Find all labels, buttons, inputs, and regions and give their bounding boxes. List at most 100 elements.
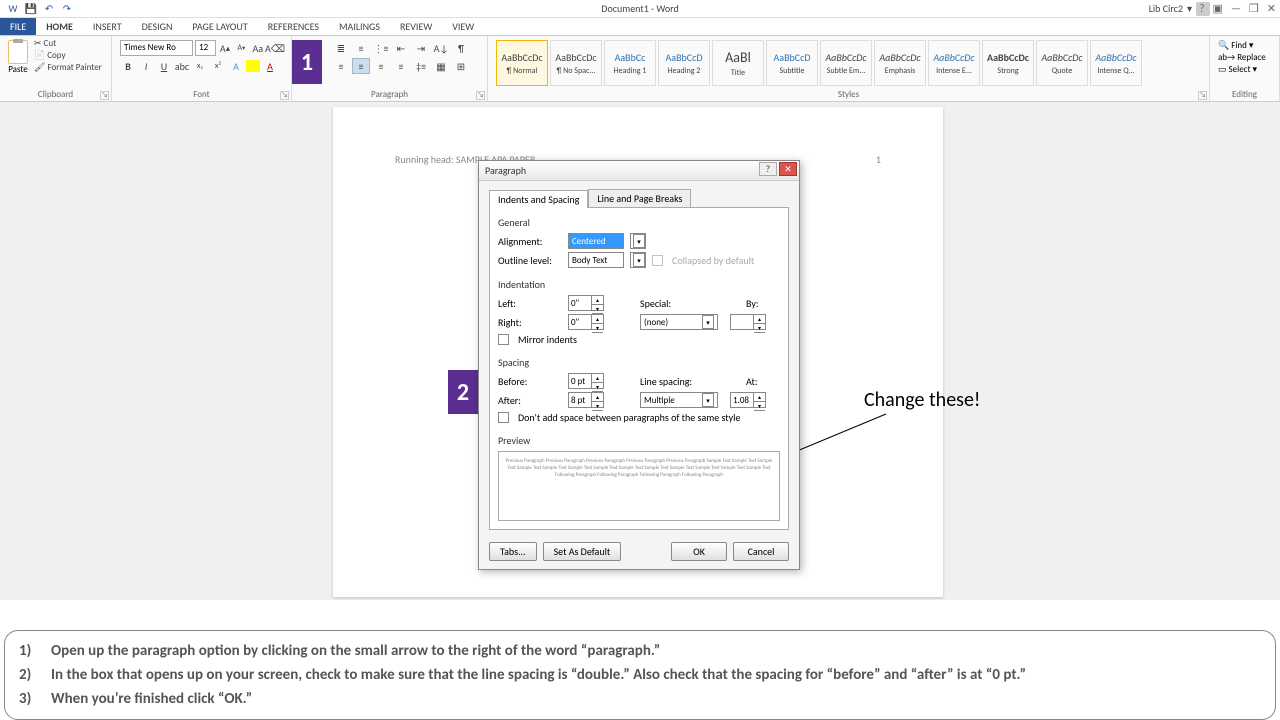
tab-file[interactable]: FILE [0,18,36,35]
restore-icon[interactable]: ❐ [1249,2,1259,15]
tab-review[interactable]: REVIEW [390,18,442,35]
multilevel-icon[interactable]: ⋮≡ [372,40,390,56]
paragraph-launcher[interactable]: ↘ [476,91,485,100]
special-combo[interactable]: (none)▾ [640,314,718,330]
at-spinner[interactable]: 1.08▴▾ [730,392,766,408]
borders-icon[interactable]: ⊞ [452,58,470,74]
clipboard-launcher[interactable]: ↘ [100,91,109,100]
tab-insert[interactable]: INSERT [83,18,132,35]
style-normal[interactable]: AaBbCcDc¶ Normal [496,40,548,86]
group-clipboard: Paste ✂ Cut 📄 Copy 🖌 Format Painter Clip… [0,36,112,101]
dialog-tab-breaks[interactable]: Line and Page Breaks [588,189,691,207]
font-launcher[interactable]: ↘ [280,91,289,100]
strikethrough-button[interactable]: abc [174,58,190,74]
sort-icon[interactable]: A↓ [432,40,450,56]
select-button[interactable]: ▭ Select ▾ [1218,64,1271,75]
quick-access-toolbar: W 💾 ↶ ↷ [0,2,80,16]
subscript-button[interactable]: x₂ [192,58,208,74]
paragraph-dialog: Paragraph ? ✕ Indents and Spacing Line a… [478,160,800,570]
style-subtitle[interactable]: AaBbCcDSubtitle [766,40,818,86]
left-spinner[interactable]: 0"▴▾ [568,295,604,311]
format-painter-button[interactable]: 🖌 Format Painter [34,62,102,73]
by-spinner[interactable]: ▴▾ [730,314,766,330]
preview-box: Previous Paragraph Previous Paragraph Pr… [498,451,780,521]
dont-add-checkbox[interactable] [498,412,509,423]
window-controls: ? ▣ — ❐ ✕ [1199,2,1276,15]
shading-icon[interactable]: ▦ [432,58,450,74]
style-quote[interactable]: AaBbCcDcQuote [1036,40,1088,86]
set-default-button[interactable]: Set As Default [543,542,622,561]
bullets-icon[interactable]: ≣ [332,40,350,56]
font-size-combo[interactable]: 12 [195,40,216,56]
dialog-help-icon[interactable]: ? [759,162,777,176]
decrease-indent-icon[interactable]: ⇤ [392,40,410,56]
cancel-button[interactable]: Cancel [733,542,789,561]
line-spacing-combo[interactable]: Multiple▾ [640,392,718,408]
clear-format-icon[interactable]: A⌫ [267,40,283,56]
right-spinner[interactable]: 0"▴▾ [568,314,604,330]
bold-button[interactable]: B [120,58,136,74]
help-icon[interactable]: ? [1199,2,1204,15]
ribbon-options-icon[interactable]: ▣ [1213,2,1223,15]
instruction-3: When you’re finished click “OK.” [51,687,252,711]
show-marks-icon[interactable]: ¶ [452,40,470,56]
tab-design[interactable]: DESIGN [132,18,183,35]
styles-launcher[interactable]: ↘ [1198,91,1207,100]
style-strong[interactable]: AaBbCcDcStrong [982,40,1034,86]
close-icon[interactable]: ✕ [1267,2,1276,15]
instruction-2: In the box that opens up on your screen,… [51,663,1026,687]
highlight-icon[interactable] [246,60,260,72]
superscript-button[interactable]: x² [210,58,226,74]
align-center-icon[interactable]: ≡ [352,58,370,74]
dialog-tab-indents[interactable]: Indents and Spacing [489,190,588,208]
style-heading[interactable]: AaBbCcHeading 1 [604,40,656,86]
alignment-combo[interactable]: Centered [568,233,624,249]
change-case-icon[interactable]: Aa [251,40,265,56]
justify-icon[interactable]: ≡ [392,58,410,74]
italic-button[interactable]: I [138,58,154,74]
tab-page-layout[interactable]: PAGE LAYOUT [182,18,257,35]
style-nospac[interactable]: AaBbCcDc¶ No Spac... [550,40,602,86]
minimize-icon[interactable]: — [1231,2,1241,15]
align-right-icon[interactable]: ≡ [372,58,390,74]
style-title[interactable]: AaBlTitle [712,40,764,86]
replace-button[interactable]: ab→ Replace [1218,52,1271,63]
copy-button[interactable]: 📄 Copy [34,50,102,61]
redo-icon[interactable]: ↷ [60,2,74,16]
style-subtleem[interactable]: AaBbCcDcSubtle Em... [820,40,872,86]
undo-icon[interactable]: ↶ [42,2,56,16]
tab-home[interactable]: HOME [36,18,83,35]
before-spinner[interactable]: 0 pt▴▾ [568,373,604,389]
ok-button[interactable]: OK [671,542,727,561]
line-spacing-icon[interactable]: ‡≡ [412,58,430,74]
dialog-close-icon[interactable]: ✕ [779,162,797,176]
style-emphasis[interactable]: AaBbCcDcEmphasis [874,40,926,86]
tab-view[interactable]: VIEW [442,18,484,35]
special-label: Special: [640,297,690,310]
mirror-checkbox[interactable] [498,334,509,345]
align-left-icon[interactable]: ≡ [332,58,350,74]
find-button[interactable]: 🔍 Find ▾ [1218,40,1271,51]
group-editing: 🔍 Find ▾ ab→ Replace ▭ Select ▾ Editing [1210,36,1280,101]
grow-font-icon[interactable]: A▴ [218,40,232,56]
text-effects-icon[interactable]: A [228,58,244,74]
style-intensee[interactable]: AaBbCcDcIntense E... [928,40,980,86]
outline-combo[interactable]: Body Text [568,252,624,268]
tab-mailings[interactable]: MAILINGS [329,18,390,35]
tab-references[interactable]: REFERENCES [258,18,329,35]
numbering-icon[interactable]: ≡ [352,40,370,56]
dialog-title-bar[interactable]: Paragraph ? ✕ [479,161,799,181]
after-spinner[interactable]: 8 pt▴▾ [568,392,604,408]
callout-one: 1 [292,40,322,84]
style-intenseq[interactable]: AaBbCcDcIntense Q... [1090,40,1142,86]
shrink-font-icon[interactable]: A▾ [234,40,248,56]
font-name-combo[interactable]: Times New Ro [120,40,193,56]
cut-button[interactable]: ✂ Cut [34,38,102,49]
save-icon[interactable]: 💾 [24,2,38,16]
tabs-button[interactable]: Tabs... [489,542,537,561]
underline-button[interactable]: U [156,58,172,74]
increase-indent-icon[interactable]: ⇥ [412,40,430,56]
font-color-icon[interactable]: A [262,58,278,74]
line-spacing-label: Line spacing: [640,375,710,388]
style-heading[interactable]: AaBbCcDHeading 2 [658,40,710,86]
